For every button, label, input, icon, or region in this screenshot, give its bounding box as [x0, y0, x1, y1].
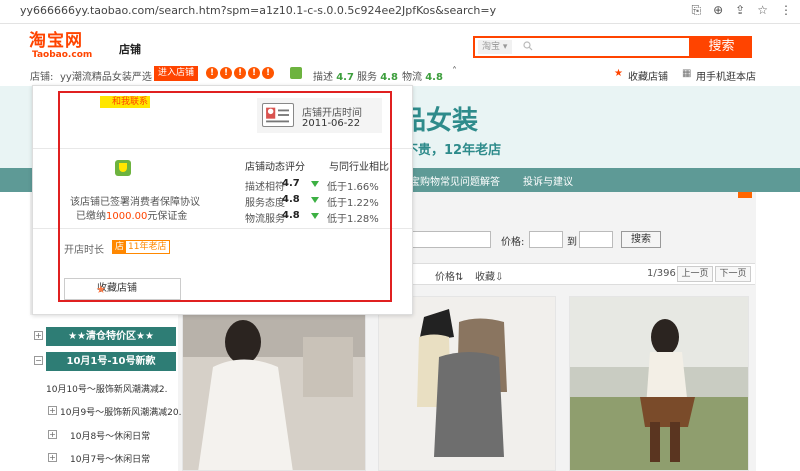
- category-item[interactable]: 10月9号～服饰新风潮满减20.: [60, 405, 192, 418]
- banner-subtitle: 不贵，12年老店: [405, 143, 502, 158]
- star-icon: ★: [96, 283, 106, 296]
- contact-seller-button[interactable]: 和我联系: [100, 96, 150, 108]
- scroll-marker: [738, 192, 752, 198]
- zoom-icon[interactable]: ⊕: [713, 3, 723, 18]
- shop-label: 店铺: [119, 43, 141, 56]
- chevron-up-icon[interactable]: ˄: [452, 66, 457, 77]
- divider: [33, 228, 412, 229]
- arrow-down-icon: [311, 197, 319, 203]
- shop-info-bar: 店铺: yy潮流精品女装严选 进入店铺 ! ! ! ! ! 描述 4.7 服务 …: [0, 64, 800, 86]
- nav-item-complaint[interactable]: 投诉与建议: [523, 173, 573, 188]
- score-service: 服务 4.8: [357, 72, 398, 83]
- search-input[interactable]: 淘宝 ▾: [473, 36, 691, 58]
- product-photo-tank-tops: [379, 297, 555, 470]
- rating-compare: 低于1.22%: [327, 198, 379, 209]
- search-button[interactable]: 搜索: [691, 36, 752, 58]
- shop-age-badge: 店 11年老店: [112, 240, 171, 254]
- sort-favorite[interactable]: 收藏⇩: [475, 268, 503, 283]
- rating-score: 4.7: [282, 178, 300, 189]
- browser-toolbar-icons: ⎘ ⊕ ⇪ ☆ ⋮: [692, 3, 793, 18]
- nav-item-faq[interactable]: 宝购物常见问题解答: [410, 173, 500, 188]
- star-icon[interactable]: ☆: [757, 3, 768, 18]
- price-max-input[interactable]: [579, 231, 613, 248]
- favorite-store-link[interactable]: 收藏店铺: [628, 68, 668, 83]
- expand-icon[interactable]: +: [48, 430, 57, 439]
- crown-icon: !: [248, 67, 260, 79]
- score-desc: 描述 4.7: [313, 72, 354, 83]
- product-image[interactable]: [182, 296, 366, 471]
- address-url[interactable]: yy666666yy.taobao.com/search.htm?spm=a1z…: [20, 4, 496, 17]
- expand-icon[interactable]: +: [48, 453, 57, 462]
- store-prefix: 店铺:: [30, 72, 54, 83]
- guarantee-text: 该店铺已签署消费者保障协议: [70, 197, 200, 208]
- share-icon[interactable]: ⇪: [735, 3, 745, 18]
- arrow-down-icon: [311, 181, 319, 187]
- open-time-value: 2011-06-22: [302, 118, 361, 129]
- taobao-logo[interactable]: 淘宝网 Taobao.com: [29, 32, 105, 62]
- guarantee-icon: [290, 67, 302, 79]
- prev-page-button[interactable]: 上一页: [677, 266, 713, 282]
- rating-name: 服务态度: [245, 198, 285, 209]
- expand-icon[interactable]: +: [34, 331, 43, 340]
- compare-header: 与同行业相比: [329, 162, 389, 173]
- guarantee-deposit: 已缴纳1000.00元保证金: [76, 211, 188, 222]
- score-logistics: 物流 4.8: [402, 72, 443, 83]
- sort-price[interactable]: 价格⇅: [435, 268, 463, 283]
- favorite-star-icon: ★: [614, 68, 623, 79]
- arrow-down-icon: [311, 213, 319, 219]
- product-image[interactable]: [378, 296, 556, 471]
- category-header-new[interactable]: 10月1号-10号新款: [46, 352, 176, 371]
- more-icon[interactable]: ⋮: [780, 3, 792, 18]
- consumer-guarantee-icon: [115, 160, 131, 176]
- price-filter: 价格: 到 搜索: [395, 228, 755, 252]
- search-scope-select[interactable]: 淘宝 ▾: [478, 40, 512, 54]
- crown-icon: !: [206, 67, 218, 79]
- crown-icon: !: [262, 67, 274, 79]
- search-icon: [523, 41, 533, 51]
- category-sidebar: + ★★清仓特价区★★ − 10月1号-10号新款 10月10号～服饰新风潮满减…: [30, 315, 182, 471]
- rating-name: 物流服务: [245, 214, 285, 225]
- product-photo-woman-boots: [570, 297, 748, 470]
- price-to-label: 到: [567, 237, 577, 248]
- product-photo-white-dress: [183, 297, 365, 470]
- id-card-icon: [262, 103, 294, 127]
- store-name[interactable]: yy潮流精品女装严选: [60, 68, 152, 83]
- browser-address-bar: yy666666yy.taobao.com/search.htm?spm=a1z…: [0, 0, 800, 24]
- product-image[interactable]: [569, 296, 749, 471]
- rating-name: 描述相符: [245, 182, 285, 193]
- collapse-icon[interactable]: −: [34, 356, 43, 365]
- mobile-store-link[interactable]: 用手机逛本店: [696, 68, 756, 83]
- shop-icon: 店: [113, 241, 127, 253]
- translate-icon[interactable]: ⎘: [692, 3, 702, 18]
- next-page-button[interactable]: 下一页: [715, 266, 751, 282]
- page-indicator: 1/396: [647, 268, 676, 279]
- rating-score: 4.8: [282, 194, 300, 205]
- qrcode-icon: ▦: [682, 68, 692, 79]
- enter-shop-button[interactable]: 进入店铺: [154, 66, 198, 81]
- open-time-label: 店铺开店时间: [302, 108, 362, 119]
- shop-age-label: 开店时长: [64, 245, 104, 256]
- rating-score: 4.8: [282, 210, 300, 221]
- category-item[interactable]: 10月10号～服饰新风潮满减2.: [46, 382, 178, 395]
- price-label: 价格:: [501, 237, 525, 248]
- sort-bar: 价格⇅ 收藏⇩ 1/396 上一页 下一页: [395, 263, 755, 285]
- crown-icon: !: [220, 67, 232, 79]
- rating-compare: 低于1.66%: [327, 182, 379, 193]
- category-header-clearance[interactable]: ★★清仓特价区★★: [46, 327, 176, 346]
- price-min-input[interactable]: [529, 231, 563, 248]
- favorite-store-button[interactable]: 收藏店铺: [64, 278, 181, 300]
- expand-icon[interactable]: +: [48, 406, 57, 415]
- rating-compare: 低于1.28%: [327, 214, 379, 225]
- crown-icon: !: [234, 67, 246, 79]
- rating-header: 店铺动态评分: [245, 162, 305, 173]
- divider: [33, 148, 412, 149]
- price-search-button[interactable]: 搜索: [621, 231, 661, 248]
